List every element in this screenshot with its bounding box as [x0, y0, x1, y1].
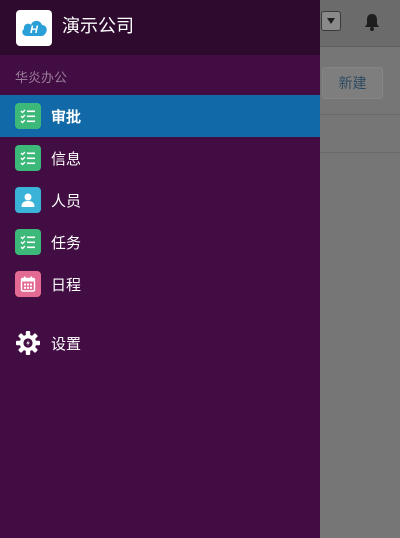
gear-icon [16, 331, 40, 355]
menu-item-label: 信息 [51, 149, 82, 168]
section-label: 华炎办公 [15, 71, 68, 86]
menu-item-label: 日程 [51, 275, 82, 294]
settings-label: 设置 [51, 334, 82, 353]
filter-dropdown[interactable] [321, 11, 341, 31]
drawer-header: H 演示公司 [0, 0, 320, 55]
menu-item-label: 人员 [51, 191, 82, 210]
menu-item-tasks[interactable]: 任务 [0, 221, 320, 263]
menu-item-people[interactable]: 人员 [0, 179, 320, 221]
menu-item-label: 任务 [51, 233, 82, 252]
drawer-menu: 审批 信息 人员 任务 日程 [0, 95, 320, 305]
menu-item-label: 审批 [51, 107, 82, 126]
checklist-icon [15, 145, 41, 171]
chevron-down-icon [327, 18, 335, 24]
checklist-icon [15, 103, 41, 129]
bell-icon[interactable] [363, 12, 381, 32]
side-drawer: H 演示公司 华炎办公 审批 信息 人员 任务 日程 设置 [0, 0, 320, 538]
company-name[interactable]: 演示公司 [62, 14, 134, 40]
company-logo[interactable]: H [16, 10, 52, 46]
person-icon [15, 187, 41, 213]
cloud-logo-icon: H [22, 20, 47, 36]
checklist-icon [15, 229, 41, 255]
menu-item-info[interactable]: 信息 [0, 137, 320, 179]
new-button[interactable]: 新建 [322, 67, 383, 99]
logo-letter: H [30, 24, 39, 36]
menu-item-approval[interactable]: 审批 [0, 95, 320, 137]
menu-item-settings[interactable]: 设置 [0, 322, 320, 364]
menu-item-schedule[interactable]: 日程 [0, 263, 320, 305]
calendar-icon [15, 271, 41, 297]
